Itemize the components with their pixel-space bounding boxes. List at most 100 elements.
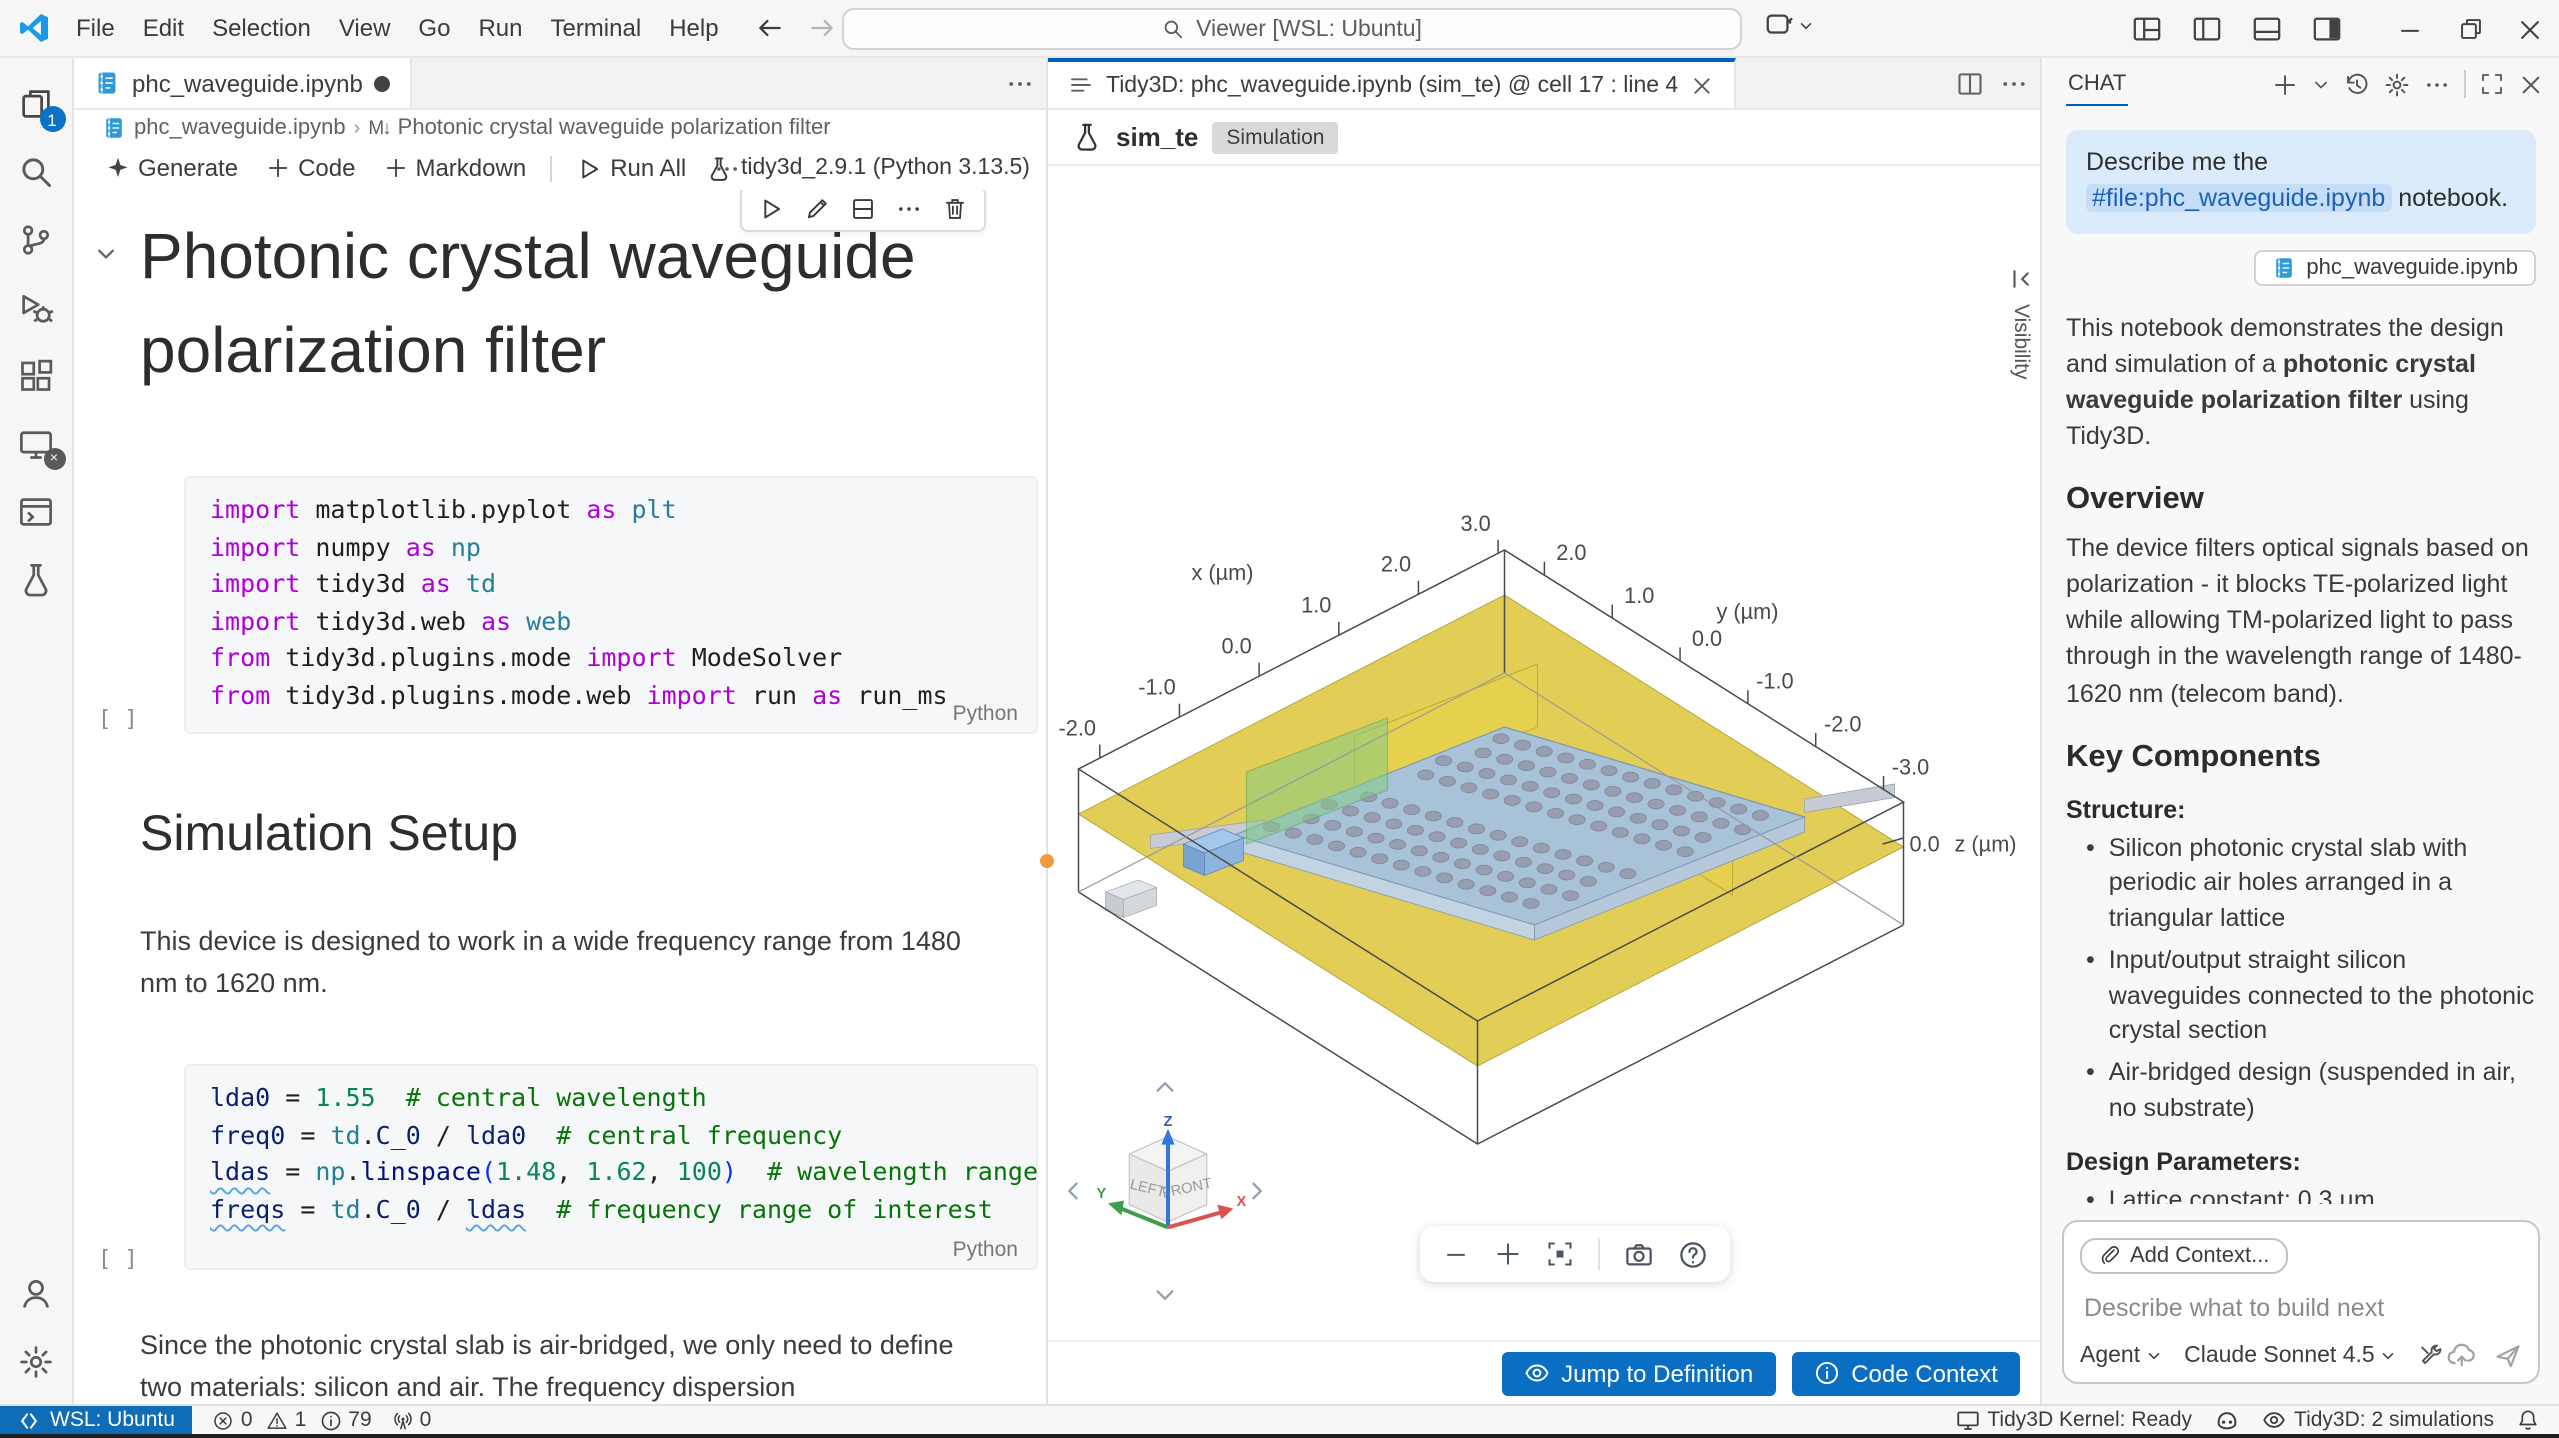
send-icon[interactable] [2494, 1341, 2522, 1369]
add-markdown-cell-button[interactable]: Markdown [371, 150, 538, 186]
breadcrumb-file[interactable]: phc_waveguide.ipynb [134, 116, 346, 140]
menu-view[interactable]: View [325, 8, 405, 48]
toggle-panel-icon[interactable] [2236, 0, 2296, 58]
sash-drag-indicator[interactable] [1039, 854, 1053, 868]
notifications-bell-icon[interactable] [2516, 1408, 2540, 1432]
remote-indicator[interactable]: WSL: Ubuntu [0, 1406, 193, 1434]
fit-view-icon[interactable] [1546, 1240, 1574, 1268]
forward-arrow-icon[interactable] [808, 14, 836, 42]
chat-title[interactable]: CHAT [2066, 63, 2128, 105]
add-context-button[interactable]: Add Context... [2080, 1237, 2287, 1273]
edit-cell-icon[interactable] [804, 196, 830, 222]
minimize-button[interactable] [2380, 0, 2440, 58]
generate-button[interactable]: Generate [94, 150, 250, 186]
run-all-button[interactable]: Run All [564, 150, 698, 186]
collapse-heading-icon[interactable] [94, 242, 118, 266]
jump-to-definition-button[interactable]: Jump to Definition [1501, 1351, 1775, 1395]
settings-gear-icon[interactable] [0, 1328, 73, 1396]
chat-input-controls: Agent Claude Sonnet 4.5 [2080, 1340, 2522, 1370]
file-reference-chip[interactable]: #file:phc_waveguide.ipynb [2086, 184, 2391, 212]
restore-button[interactable] [2440, 0, 2500, 58]
split-cell-icon[interactable] [850, 196, 876, 222]
search-input[interactable]: Viewer [WSL: Ubuntu] [842, 8, 1742, 50]
navigation-cube[interactable]: LEFT FRONT Z Y X [1092, 1110, 1252, 1270]
viewer-body: sim_te Simulation Visibility [1048, 110, 2040, 1404]
notebook-h2: Simulation Setup [140, 806, 518, 864]
help-icon[interactable] [1678, 1239, 1708, 1269]
menu-run[interactable]: Run [464, 8, 536, 48]
editor-actions-more-icon[interactable] [1006, 70, 1034, 98]
chevron-down-icon[interactable] [2312, 75, 2330, 93]
model-picker-dropdown[interactable]: Claude Sonnet 4.5 [2184, 1343, 2397, 1367]
gear-icon[interactable] [2384, 71, 2410, 97]
code-cell-parameters[interactable]: lda0 = 1.55 # central wavelengthfreq0 = … [184, 1064, 1038, 1270]
3d-scene[interactable]: -2.0-1.00.01.02.03.0x (µm) 2.01.00.0-1.0… [1054, 442, 2030, 1192]
rotate-up-chevron[interactable] [1152, 1074, 1178, 1100]
screenshot-camera-icon[interactable] [1624, 1239, 1654, 1269]
sidebar-item-explorer[interactable]: 1 [0, 70, 73, 138]
cloud-sync-icon[interactable] [2446, 1340, 2476, 1370]
viewer-group: Tidy3D: phc_waveguide.ipynb (sim_te) @ c… [1046, 58, 2040, 1404]
problems-indicator[interactable]: 0 1 79 [213, 1408, 372, 1432]
rotate-down-chevron[interactable] [1152, 1282, 1178, 1308]
sidebar-item-run-debug[interactable] [0, 274, 73, 342]
sidebar-item-extensions[interactable] [0, 342, 73, 410]
menu-help[interactable]: Help [655, 8, 732, 48]
menu-edit[interactable]: Edit [129, 8, 198, 48]
maximize-panel-icon[interactable] [2480, 72, 2504, 96]
code-context-button[interactable]: Code Context [1791, 1351, 2020, 1395]
zoom-out-icon[interactable] [1442, 1240, 1470, 1268]
run-cell-icon[interactable] [758, 196, 784, 222]
close-tab-icon[interactable] [1690, 73, 1714, 97]
dirty-indicator[interactable] [375, 75, 391, 91]
kernel-picker[interactable]: tidy3d_2.9.1 (Python 3.13.5) [705, 155, 1030, 181]
cell-language-label: Python [953, 1238, 1018, 1262]
code-cell-imports[interactable]: import matplotlib.pyplot as pltimport nu… [184, 476, 1038, 734]
sidebar-item-remote-explorer[interactable]: × [0, 410, 73, 478]
rotate-right-chevron[interactable] [1244, 1178, 1270, 1204]
sidebar-item-live-preview[interactable] [0, 478, 73, 546]
more-actions-icon[interactable] [896, 196, 922, 222]
customize-layout-icon[interactable] [2116, 0, 2176, 58]
menu-terminal[interactable]: Terminal [536, 8, 655, 48]
add-code-cell-button[interactable]: Code [254, 150, 367, 186]
toggle-primary-sidebar-icon[interactable] [2176, 0, 2236, 58]
chat-input-box[interactable]: Add Context... Describe what to build ne… [2062, 1219, 2540, 1384]
rotate-left-chevron[interactable] [1060, 1178, 1086, 1204]
tools-icon[interactable] [2419, 1342, 2445, 1368]
new-chat-icon[interactable] [2272, 71, 2298, 97]
tab-phc-waveguide[interactable]: phc_waveguide.ipynb [74, 58, 413, 108]
history-icon[interactable] [2344, 71, 2370, 97]
accounts-icon[interactable] [0, 1260, 73, 1328]
editor-actions-more-icon[interactable] [2000, 70, 2028, 98]
copilot-robot-icon[interactable] [2214, 1407, 2240, 1433]
kernel-status[interactable]: Tidy3D Kernel: Ready [1955, 1408, 2192, 1432]
tab-tidy3d-viewer[interactable]: Tidy3D: phc_waveguide.ipynb (sim_te) @ c… [1048, 58, 1736, 108]
agent-mode-dropdown[interactable]: Agent [2080, 1343, 2162, 1367]
visibility-panel-handle[interactable]: Visibility [2004, 266, 2038, 379]
more-actions-icon[interactable] [2424, 71, 2450, 97]
back-arrow-icon[interactable] [756, 14, 784, 42]
chat-input-placeholder[interactable]: Describe what to build next [2084, 1294, 2518, 1322]
toggle-secondary-sidebar-icon[interactable] [2296, 0, 2356, 58]
delete-cell-icon[interactable] [942, 196, 968, 222]
split-editor-icon[interactable] [1956, 70, 1984, 98]
sidebar-item-testing[interactable] [0, 546, 73, 614]
tidy3d-simulations-status[interactable]: Tidy3D: 2 simulations [2262, 1408, 2494, 1432]
menu-selection[interactable]: Selection [198, 8, 325, 48]
close-panel-icon[interactable] [2518, 71, 2544, 97]
menu-file[interactable]: File [62, 8, 129, 48]
ports-indicator[interactable]: 0 [392, 1408, 432, 1432]
title-bar: FileEditSelectionViewGoRunTerminalHelp V… [0, 0, 2559, 58]
breadcrumb-heading[interactable]: Photonic crystal waveguide polarization … [398, 116, 831, 140]
sidebar-item-source-control[interactable] [0, 206, 73, 274]
copilot-button[interactable] [1764, 10, 1814, 40]
breadcrumb[interactable]: phc_waveguide.ipynb › M↓ Photonic crysta… [74, 110, 1046, 146]
breadcrumb-separator: › [354, 117, 361, 139]
sidebar-item-search[interactable] [0, 138, 73, 206]
viewer-bottom-bar: Jump to Definition Code Context [1048, 1340, 2040, 1404]
menu-go[interactable]: Go [404, 8, 464, 48]
close-window-button[interactable] [2500, 0, 2559, 58]
attachment-chip[interactable]: phc_waveguide.ipynb [2254, 249, 2536, 285]
zoom-in-icon[interactable] [1494, 1240, 1522, 1268]
